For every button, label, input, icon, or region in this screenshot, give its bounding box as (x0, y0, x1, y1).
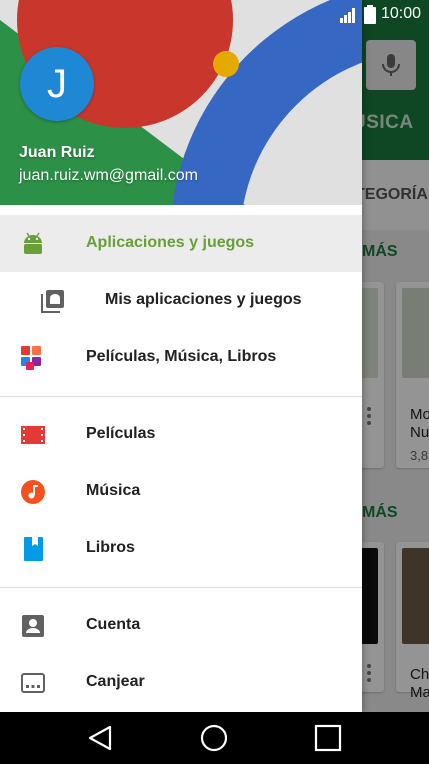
back-icon[interactable] (86, 724, 114, 752)
status-time: 10:00 (380, 5, 421, 22)
drawer-item-label: Mis aplicaciones y juegos (105, 291, 302, 308)
books-icon (24, 537, 43, 561)
account-name: Juan Ruiz (19, 144, 95, 161)
drawer-item-label: Música (86, 482, 141, 499)
account-icon (22, 615, 44, 637)
status-bar: 10:00 (0, 0, 429, 28)
recents-icon[interactable] (314, 724, 342, 752)
android-icon (24, 232, 42, 254)
movies-icon (21, 426, 45, 444)
drawer-item-account[interactable]: Cuenta (0, 597, 362, 654)
redeem-icon (21, 673, 45, 693)
avatar[interactable]: J (20, 47, 94, 121)
drawer-item-music[interactable]: Música (0, 463, 362, 520)
my-apps-icon (41, 290, 64, 313)
drawer-item-redeem[interactable]: Canjear (0, 654, 362, 711)
navigation-drawer: J Juan Ruiz juan.ruiz.wm@gmail.com Aplic… (0, 0, 362, 712)
drawer-item-apps-games[interactable]: Aplicaciones y juegos (0, 215, 362, 272)
drawer-item-books[interactable]: Libros (0, 520, 362, 577)
music-icon (21, 480, 45, 504)
signal-icon (340, 8, 355, 23)
entertainment-icon (21, 346, 41, 370)
drawer-item-movies[interactable]: Películas (0, 406, 362, 463)
drawer-item-label: Libros (86, 539, 135, 556)
drawer-item-label: Canjear (86, 673, 145, 690)
drawer-item-label: Películas, Música, Libros (86, 348, 277, 365)
drawer-item-label: Películas (86, 425, 156, 442)
drawer-item-label: Aplicaciones y juegos (86, 234, 255, 251)
drawer-item-entertainment[interactable]: Películas, Música, Libros (0, 329, 362, 386)
account-email[interactable]: juan.ruiz.wm@gmail.com (19, 167, 198, 185)
system-navigation-bar (0, 712, 429, 764)
drawer-divider (0, 396, 362, 397)
drawer-item-my-apps[interactable]: Mis aplicaciones y juegos (0, 272, 362, 329)
battery-icon (364, 5, 376, 24)
home-icon[interactable] (200, 724, 228, 752)
drawer-header: J Juan Ruiz juan.ruiz.wm@gmail.com (0, 0, 362, 205)
drawer-divider (0, 587, 362, 588)
drawer-item-label: Cuenta (86, 616, 141, 633)
